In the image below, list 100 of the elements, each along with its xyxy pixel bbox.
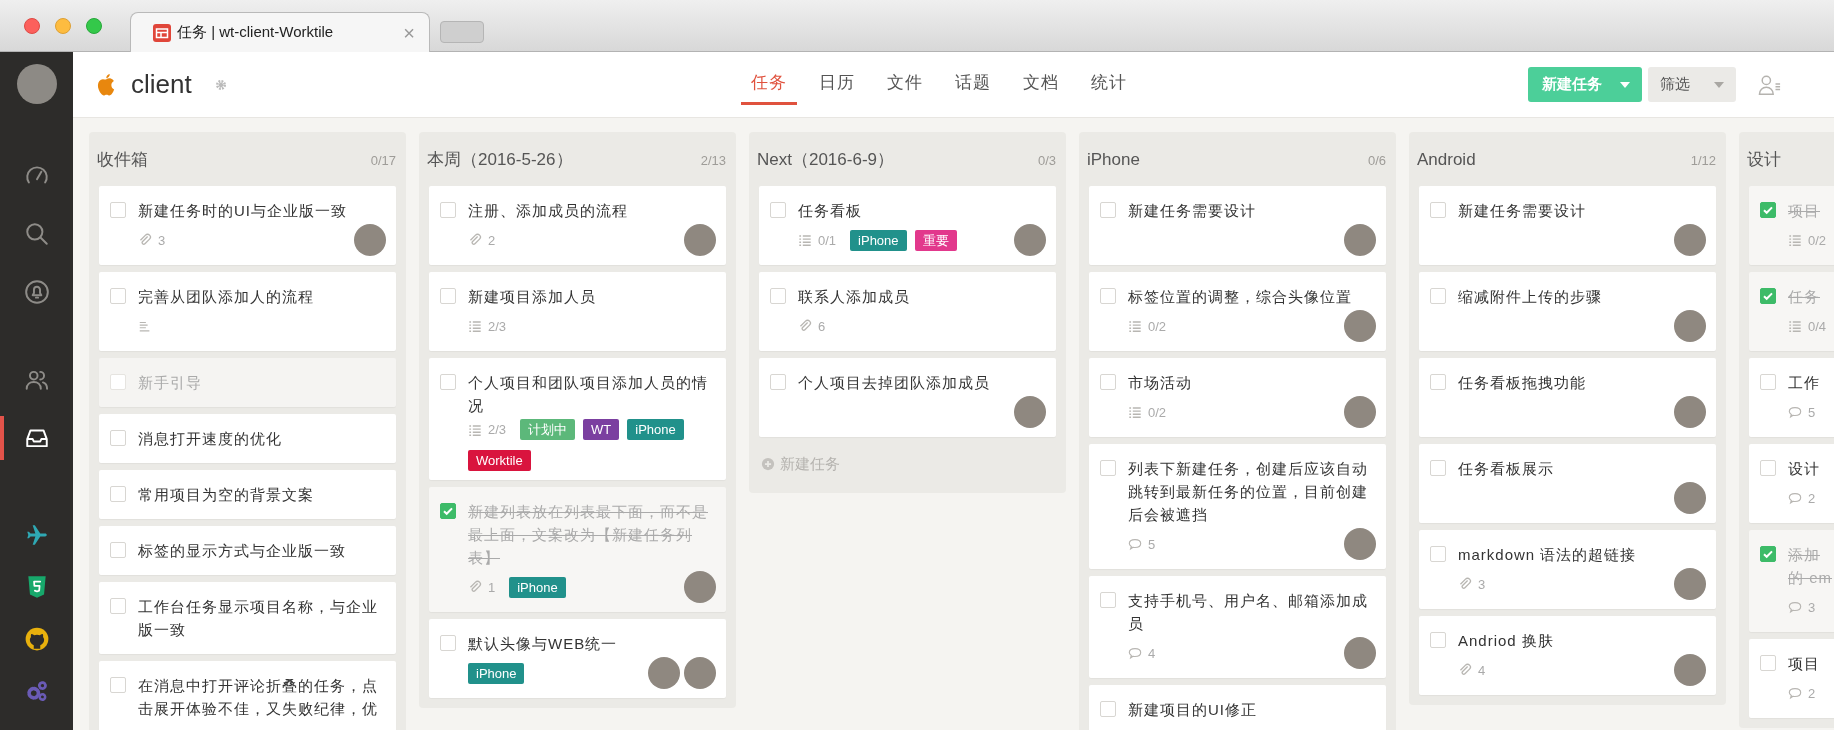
task-card[interactable]: 新建列表放在列表最下面，而不是最上面，文案改为【新建任务列表】 1 iPhone	[429, 487, 726, 612]
task-card[interactable]: 缩减附件上传的步骤	[1419, 272, 1716, 351]
checkbox[interactable]	[1430, 374, 1446, 390]
checkbox[interactable]	[1100, 701, 1116, 717]
nav-tab[interactable]: 文档	[1012, 71, 1069, 105]
task-card[interactable]: 默认头像与WEB统一 iPhone	[429, 619, 726, 698]
checkbox[interactable]	[1430, 546, 1446, 562]
new-tab-button[interactable]	[440, 21, 484, 43]
checkbox[interactable]	[1760, 288, 1776, 304]
task-card[interactable]: 设计 2	[1749, 444, 1834, 523]
task-card[interactable]: 新建任务需要设计	[1419, 186, 1716, 265]
task-title: 新手引导	[138, 373, 202, 393]
checkbox[interactable]	[110, 486, 126, 502]
speech-bubble-icon	[1128, 537, 1142, 551]
checkbox[interactable]	[440, 202, 456, 218]
checkbox[interactable]	[770, 288, 786, 304]
checkbox[interactable]	[770, 374, 786, 390]
task-card[interactable]: 工作 5	[1749, 358, 1834, 437]
list-icon	[1128, 405, 1142, 419]
checkbox[interactable]	[110, 677, 126, 693]
checkbox[interactable]	[1760, 202, 1776, 218]
checkbox[interactable]	[110, 542, 126, 558]
task-card[interactable]: 标签位置的调整，综合头像位置 0/2	[1089, 272, 1386, 351]
minimize-window-button[interactable]	[55, 17, 71, 34]
checkbox[interactable]	[1100, 288, 1116, 304]
checkbox[interactable]	[1760, 460, 1776, 476]
zoom-window-button[interactable]	[86, 17, 102, 34]
checkbox[interactable]	[1760, 374, 1776, 390]
checkbox[interactable]	[1760, 546, 1776, 562]
tag[interactable]: WT	[583, 419, 620, 440]
task-card[interactable]: 标签的显示方式与企业版一致	[99, 526, 396, 575]
person-list-icon[interactable]	[1758, 73, 1782, 96]
task-card[interactable]: 常用项目为空的背景文案	[99, 470, 396, 519]
task-title: 常用项目为空的背景文案	[138, 485, 314, 505]
nav-tab[interactable]: 话题	[944, 71, 1001, 105]
task-card[interactable]: Andriod 换肤 4	[1419, 616, 1716, 695]
checkbox[interactable]	[1760, 655, 1776, 671]
task-card[interactable]: 任务看板 0/1 iPhone 重要	[759, 186, 1056, 265]
avatar[interactable]	[16, 64, 57, 104]
avatar	[1674, 396, 1706, 428]
checkbox[interactable]	[1100, 460, 1116, 476]
task-card[interactable]: 新建任务需要设计	[1089, 186, 1386, 265]
speech-bubble-icon	[1788, 491, 1802, 505]
close-window-button[interactable]	[24, 17, 40, 34]
checkbox[interactable]	[1430, 632, 1446, 648]
checkbox[interactable]	[440, 288, 456, 304]
checkbox[interactable]	[440, 374, 456, 390]
checkbox[interactable]	[110, 430, 126, 446]
tag[interactable]: iPhone	[468, 662, 525, 684]
task-title: 任务看板	[798, 201, 862, 221]
task-card[interactable]: 市场活动 0/2	[1089, 358, 1386, 437]
meta-count: 3	[1478, 576, 1486, 592]
checkbox[interactable]	[110, 598, 126, 614]
task-card[interactable]: 注册、添加成员的流程 2	[429, 186, 726, 265]
task-title: 新建任务需要设计	[1128, 201, 1256, 221]
filter-button[interactable]: 筛选	[1648, 67, 1736, 102]
task-card[interactable]: 在消息中打开评论折叠的任务，点击展开体验不佳，又失败纪律，优	[99, 661, 396, 730]
tag[interactable]: iPhone	[509, 576, 566, 598]
settings-icon[interactable]	[213, 77, 228, 92]
task-card[interactable]: 项目 2	[1749, 639, 1834, 718]
checkbox[interactable]	[440, 503, 456, 519]
checkbox[interactable]	[1430, 202, 1446, 218]
avatar	[1674, 568, 1706, 600]
checkbox[interactable]	[1100, 202, 1116, 218]
checkbox[interactable]	[1100, 592, 1116, 608]
task-card[interactable]: 新建任务时的UI与企业版一致 3	[99, 186, 396, 265]
meta-count: 0/1	[818, 232, 837, 248]
task-card[interactable]: 任务看板展示	[1419, 444, 1716, 523]
task-card[interactable]: 完善从团队添加人的流程	[99, 272, 396, 351]
task-card[interactable]: 消息打开速度的优化	[99, 414, 396, 463]
tag[interactable]: iPhone	[627, 419, 684, 440]
column-title: 本周（2016-5-26）	[427, 149, 573, 171]
task-card[interactable]: 新建项目添加人员 2/3	[429, 272, 726, 351]
checkbox[interactable]	[1100, 374, 1116, 390]
checkbox[interactable]	[1430, 460, 1446, 476]
browser-tab[interactable]: 任务 | wt-client-Worktile ×	[130, 12, 430, 52]
tag[interactable]: Worktile	[468, 450, 531, 471]
nav-tab[interactable]: 日历	[808, 71, 865, 105]
nav-tab[interactable]: 任务	[740, 71, 797, 105]
task-card[interactable]: 个人项目去掉团队添加成员	[759, 358, 1056, 437]
checkmark-icon	[442, 505, 454, 517]
task-card[interactable]: 联系人添加成员 6	[759, 272, 1056, 351]
nav-tab[interactable]: 统计	[1080, 71, 1137, 105]
task-card[interactable]: 任务看板拖拽功能	[1419, 358, 1716, 437]
checkbox[interactable]	[440, 635, 456, 651]
tag[interactable]: iPhone	[850, 229, 907, 251]
task-card[interactable]: 新建项目的UI修正	[1089, 685, 1386, 730]
task-card[interactable]: 工作台任务显示项目名称，与企业版一致	[99, 582, 396, 654]
task-card[interactable]: 支持手机号、用户名、邮箱添加成员 4	[1089, 576, 1386, 678]
avatar	[1344, 528, 1376, 560]
nav-tab[interactable]: 文件	[876, 71, 933, 105]
checkbox[interactable]	[110, 288, 126, 304]
checkbox[interactable]	[770, 202, 786, 218]
task-card[interactable]: 列表下新建任务，创建后应该自动跳转到最新任务的位置，目前创建后会被遮挡 5	[1089, 444, 1386, 569]
checkbox[interactable]	[110, 202, 126, 218]
task-card[interactable]: 个人项目和团队项目添加人员的情况 2/3 计划中 WT iPhone Worktile	[429, 358, 726, 480]
checkbox[interactable]	[1430, 288, 1446, 304]
plus-icon	[761, 457, 775, 471]
tag[interactable]: 重要	[914, 229, 957, 251]
task-card[interactable]: markdown 语法的超链接 3	[1419, 530, 1716, 609]
